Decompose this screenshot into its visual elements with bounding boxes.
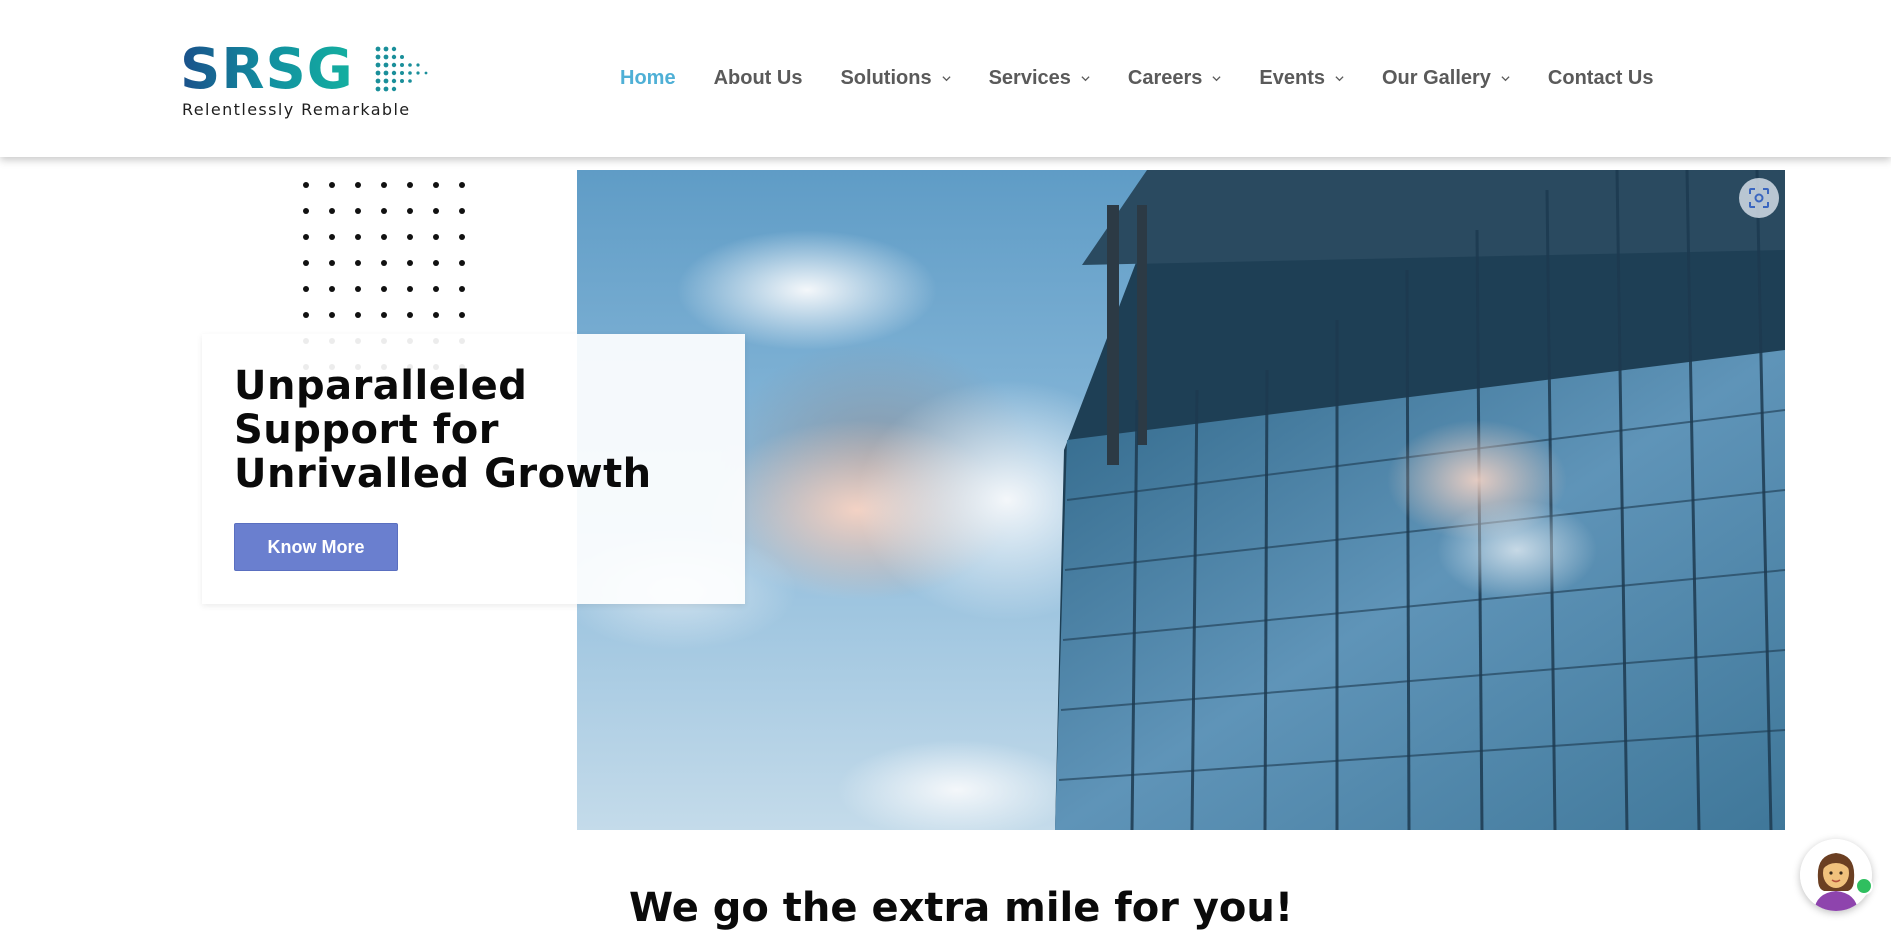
nav-item-our-gallery[interactable]: Our Gallery [1382,67,1510,90]
nav-item-solutions[interactable]: Solutions [840,67,951,90]
site-logo[interactable]: SRSG Relentlessly Remarkable [180,40,440,122]
chevron-down-icon [1335,76,1344,82]
screenshot-capture-button[interactable] [1739,178,1779,218]
nav-item-label: About Us [713,67,803,89]
chevron-down-icon [1081,76,1090,82]
logo-tagline: Relentlessly Remarkable [182,100,411,119]
building-sky-illustration [577,170,1785,830]
chevron-down-icon [1212,76,1221,82]
chevron-down-icon [1501,76,1510,82]
chat-widget-button[interactable] [1800,839,1872,911]
screenshot-capture-icon [1749,188,1769,208]
nav-item-events[interactable]: Events [1259,67,1344,90]
nav-item-label: Solutions [840,67,932,89]
logo-arrow-dots-icon [375,46,428,92]
main-navigation: Home About Us Solutions Services Careers… [620,0,1692,157]
nav-item-label: Services [988,67,1071,89]
section-heading: We go the extra mile for you! [629,885,1294,931]
nav-item-contact-us[interactable]: Contact Us [1548,67,1654,90]
know-more-button[interactable]: Know More [234,523,398,571]
nav-item-home[interactable]: Home [620,67,676,90]
nav-item-about-us[interactable]: About Us [714,67,803,90]
chat-agent-avatar-icon [1800,839,1872,911]
hero-image [577,170,1785,830]
hero-card: Unparalleled Support for Unrivalled Grow… [202,334,745,604]
nav-item-label: Our Gallery [1381,67,1491,89]
logo-wordmark: SRSG [180,37,354,102]
nav-item-label: Careers [1127,67,1203,89]
nav-item-careers[interactable]: Careers [1128,67,1222,90]
nav-item-services[interactable]: Services [989,67,1090,90]
online-status-indicator [1855,877,1873,895]
hero-title: Unparalleled Support for Unrivalled Grow… [234,363,652,497]
chevron-down-icon [942,76,951,82]
nav-item-label: Contact Us [1547,67,1654,89]
nav-item-label: Events [1259,67,1325,89]
nav-item-label: Home [620,67,676,89]
site-header: SRSG Relentlessly Remarkable Home About … [0,0,1891,157]
